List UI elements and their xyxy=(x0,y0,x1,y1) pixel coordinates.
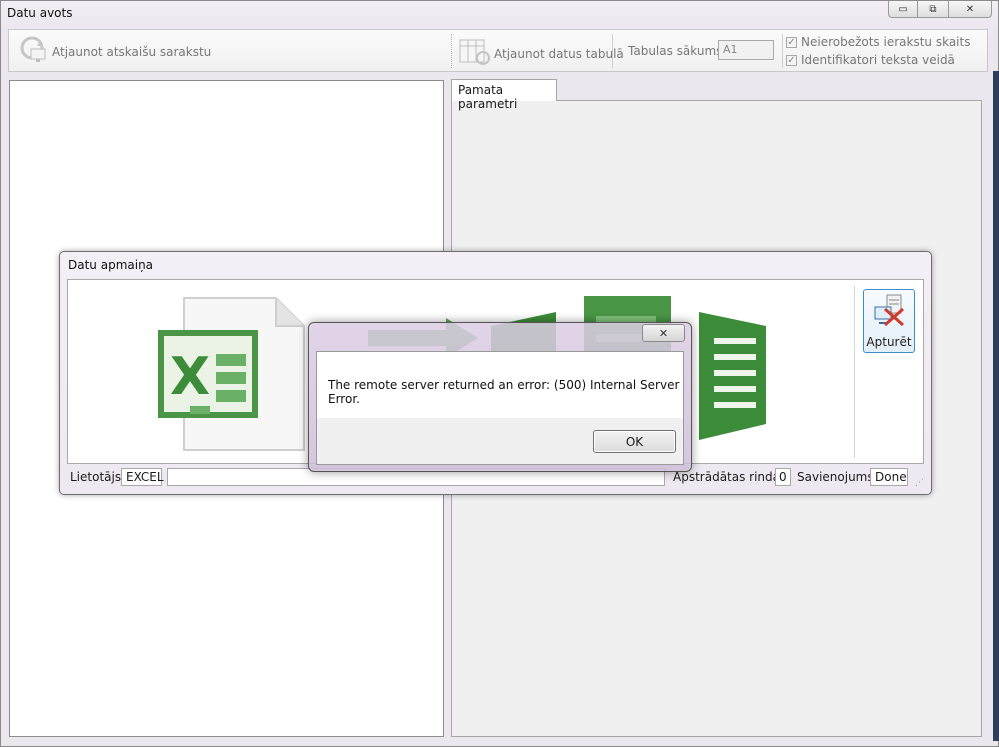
unlimited-records-label: Neierobežots ierakstu skaits xyxy=(801,35,971,49)
refresh-monitor-icon xyxy=(19,35,49,68)
dialog-title: Datu apmaiņa xyxy=(68,258,154,272)
id-as-text-label: Identifikatori teksta veidā xyxy=(801,53,955,67)
refresh-reports-button[interactable]: Atjaunot atskaišu sarakstu xyxy=(19,35,211,68)
tab-basic-parameters[interactable]: Pamata parametri xyxy=(451,79,557,111)
table-start-label: Tabulas sākums: xyxy=(628,44,727,58)
refresh-reports-label: Atjaunot atskaišu sarakstu xyxy=(52,44,212,59)
ok-button[interactable]: OK xyxy=(593,430,676,453)
refresh-table-button[interactable]: Atjaunot datus tabulā xyxy=(459,38,624,69)
refresh-table-icon xyxy=(459,38,491,69)
window-controls: ▭ ⧉ ✕ xyxy=(888,1,992,18)
stop-button-label: Apturēt xyxy=(866,335,912,349)
stop-button[interactable]: Apturēt xyxy=(863,289,915,353)
toolbar-separator xyxy=(782,34,783,68)
error-message-text: The remote server returned an error: (50… xyxy=(328,378,680,406)
message-footer: OK xyxy=(317,418,683,464)
minimize-button[interactable]: ▭ xyxy=(888,1,918,18)
toolbar-separator xyxy=(612,34,613,68)
svg-text:X: X xyxy=(170,347,210,407)
checkmark-icon: ✓ xyxy=(786,54,797,66)
background-window-edge xyxy=(993,71,999,741)
unlimited-records-checkbox[interactable]: ✓ Neierobežots ierakstu skaits xyxy=(786,35,970,49)
table-start-input[interactable]: A1 xyxy=(718,40,774,60)
checkmark-icon: ✓ xyxy=(786,36,797,48)
user-label: Lietotājs: xyxy=(70,470,126,484)
message-close-button[interactable]: ✕ xyxy=(642,324,685,342)
refresh-table-label: Atjaunot datus tabulā xyxy=(494,46,624,61)
connection-label: Savienojums: xyxy=(797,470,878,484)
error-message-box: ✕ The remote server returned an error: (… xyxy=(308,322,692,472)
window-title: Datu avots xyxy=(7,6,73,20)
message-body: The remote server returned an error: (50… xyxy=(316,351,684,465)
id-as-text-checkbox[interactable]: ✓ Identifikatori teksta veidā xyxy=(786,53,955,67)
processed-rows-value: 0 xyxy=(775,468,791,486)
processed-rows-label: Apstrādātas rindas: xyxy=(673,470,791,484)
close-button[interactable]: ✕ xyxy=(948,1,992,18)
stop-transfer-icon xyxy=(873,293,907,330)
toolbar-separator xyxy=(451,34,452,68)
restore-button[interactable]: ⧉ xyxy=(918,1,948,18)
dialog-separator xyxy=(854,286,855,458)
connection-value: Done xyxy=(870,468,908,486)
excel-file-icon: X xyxy=(156,294,306,457)
resize-grip-icon[interactable]: ⋰ xyxy=(915,478,924,488)
user-value: EXCEL xyxy=(121,468,164,486)
toolbar: Atjaunot atskaišu sarakstu Atjaunot datu… xyxy=(8,29,988,72)
